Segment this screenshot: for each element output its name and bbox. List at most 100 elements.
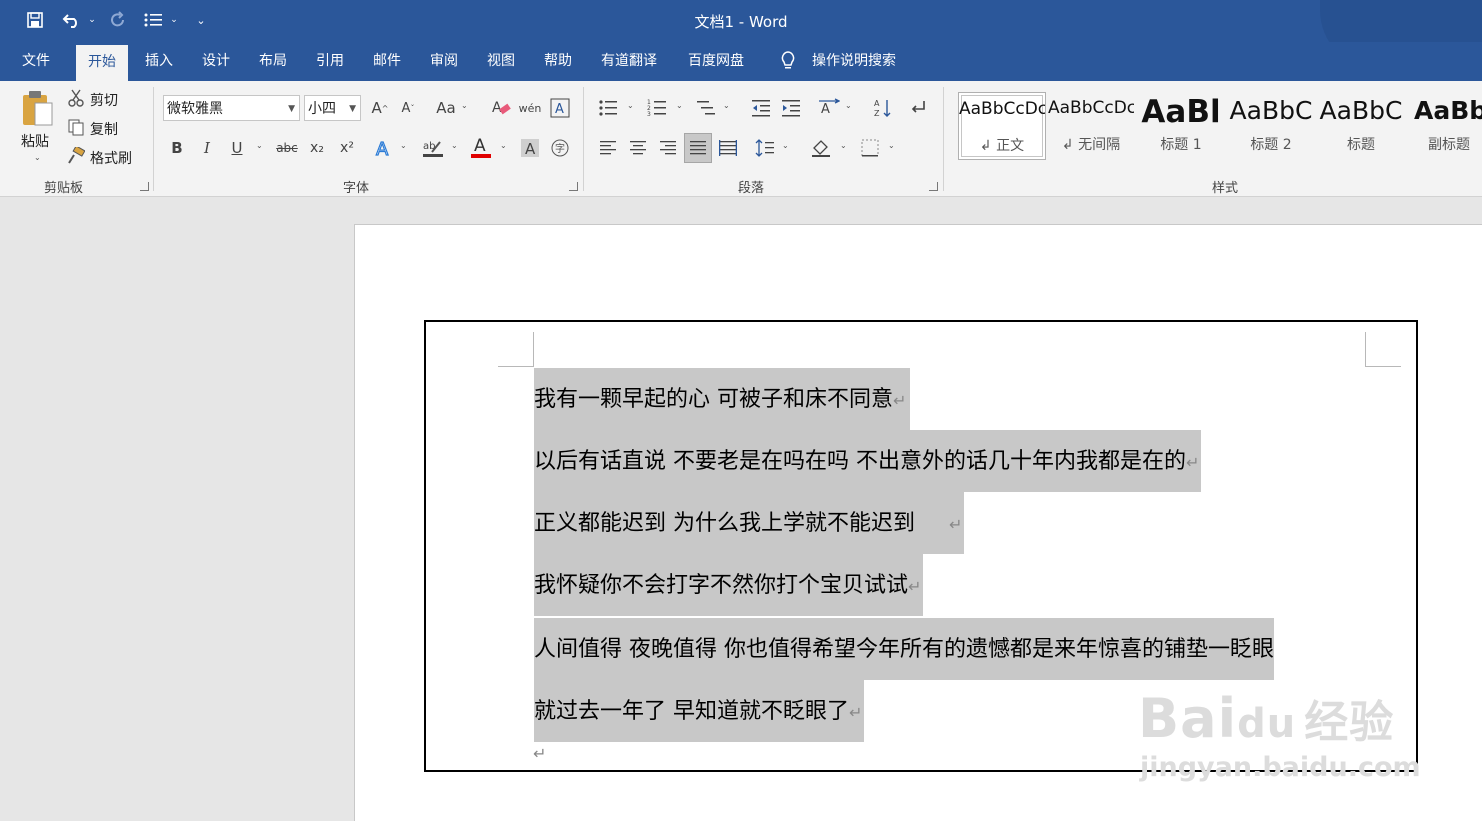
line-spacing-icon[interactable] — [753, 136, 777, 160]
character-border-icon[interactable]: A — [548, 96, 572, 120]
paragraph-mark: ↵ — [849, 703, 863, 722]
tab-file[interactable]: 文件 — [22, 42, 50, 81]
font-size-value: 小四 — [308, 101, 336, 117]
text-line-content: 就过去一年了 早知道就不眨眼了 — [534, 699, 849, 724]
paste-chevron-icon[interactable]: ⌄ — [34, 153, 41, 162]
grow-font-icon[interactable]: A ^ — [369, 96, 391, 120]
phonetic-guide-icon[interactable]: wén — [518, 96, 542, 120]
watermark-logo: Baidu 经验 — [1138, 686, 1394, 750]
text-effects-icon[interactable]: A — [372, 136, 396, 160]
clipboard-dialog-launcher-icon[interactable] — [140, 182, 149, 191]
bullets-icon[interactable] — [596, 96, 620, 120]
text-line[interactable]: 人间值得 夜晚值得 你也值得希望今年所有的遗憾都是来年惊喜的铺垫一眨眼 — [534, 618, 1274, 680]
chevron-down-icon[interactable]: ⌄ — [723, 101, 730, 110]
lightbulb-icon[interactable] — [778, 42, 798, 81]
chevron-down-icon[interactable]: ⌄ — [500, 141, 507, 150]
paragraph-dialog-launcher-icon[interactable] — [929, 182, 938, 191]
shading-icon[interactable] — [808, 136, 834, 160]
underline-button[interactable]: U — [226, 136, 248, 160]
style-heading-2[interactable]: AaBbC 标题 2 — [1228, 92, 1314, 158]
text-line[interactable]: 就过去一年了 早知道就不眨眼了↵ — [534, 680, 865, 742]
style-heading-1[interactable]: AaBl 标题 1 — [1138, 92, 1224, 158]
cut-button[interactable]: 剪切 — [90, 90, 118, 110]
tab-insert[interactable]: 插入 — [145, 42, 173, 81]
style-normal[interactable]: AaBbCcDc ↲ 正文 — [958, 92, 1046, 160]
title-bar: ⌄ ⌄ ⌄ 文档1 - Word — [0, 0, 1482, 70]
tab-design[interactable]: 设计 — [202, 42, 230, 81]
distributed-icon[interactable] — [716, 136, 740, 160]
text-line[interactable]: 我怀疑你不会打字不然你打个宝贝试试↵ — [534, 554, 924, 616]
watermark-cn: 经验 — [1304, 697, 1395, 748]
paragraph-mark: ↵ — [893, 391, 907, 410]
italic-button[interactable]: I — [196, 136, 218, 160]
style-name: 标题 — [1347, 137, 1375, 153]
paragraph-mark: ↵ — [533, 744, 547, 763]
tab-baidu-netdisk[interactable]: 百度网盘 — [688, 42, 744, 81]
text-line[interactable]: 以后有话直说 不要老是在吗在吗 不出意外的话几十年内我都是在的↵ — [534, 430, 1202, 492]
enclose-characters-icon[interactable]: 字 — [548, 136, 572, 160]
style-preview: AaBbCcDc — [1048, 98, 1134, 118]
bold-button[interactable]: B — [166, 136, 188, 160]
change-case-icon[interactable]: Aa — [434, 96, 458, 120]
align-center-icon[interactable] — [626, 136, 650, 160]
increase-indent-icon[interactable] — [779, 96, 803, 120]
numbering-icon[interactable]: 123 — [645, 96, 669, 120]
tab-help[interactable]: 帮助 — [544, 42, 572, 81]
superscript-button[interactable]: x² — [335, 136, 359, 160]
tab-layout[interactable]: 布局 — [259, 42, 287, 81]
text-line[interactable]: 我有一颗早起的心 可被子和床不同意↵ — [534, 368, 911, 430]
font-name-dropdown[interactable]: 微软雅黑 ▼ — [163, 95, 300, 121]
chevron-down-icon[interactable]: ⌄ — [400, 141, 407, 150]
copy-button[interactable]: 复制 — [90, 119, 118, 139]
text-line[interactable]: 正义都能迟到 为什么我上学就不能迟到 ↵ — [534, 492, 965, 554]
paste-icon[interactable] — [16, 87, 58, 131]
highlight-color-icon[interactable]: ab — [420, 136, 446, 160]
style-no-spacing[interactable]: AaBbCcDc ↲ 无间隔 — [1048, 92, 1134, 158]
copy-icon[interactable] — [66, 117, 86, 137]
strikethrough-button[interactable]: abc — [274, 136, 300, 160]
tab-mailings[interactable]: 邮件 — [373, 42, 401, 81]
style-preview: AaBb — [1414, 96, 1482, 125]
text-line-content: 以后有话直说 不要老是在吗在吗 不出意外的话几十年内我都是在的 — [534, 449, 1186, 474]
shrink-font-icon[interactable]: Aˇ — [397, 96, 419, 120]
scissors-icon[interactable] — [66, 88, 86, 108]
chevron-down-icon[interactable]: ⌄ — [845, 101, 852, 110]
tab-youdao-translate[interactable]: 有道翻译 — [601, 42, 657, 81]
chevron-down-icon[interactable]: ⌄ — [461, 101, 468, 110]
format-painter-button[interactable]: 格式刷 — [90, 148, 132, 168]
ribbon-tabs: 文件 开始 插入 设计 布局 引用 邮件 审阅 视图 帮助 有道翻译 百度网盘 … — [0, 42, 1482, 81]
chevron-down-icon[interactable]: ⌄ — [782, 141, 789, 150]
format-painter-icon[interactable] — [66, 146, 86, 166]
show-hide-marks-icon[interactable] — [906, 96, 930, 120]
paste-button[interactable]: 粘贴 — [21, 131, 49, 151]
align-left-icon[interactable] — [596, 136, 620, 160]
subscript-button[interactable]: x₂ — [305, 136, 329, 160]
tab-view[interactable]: 视图 — [487, 42, 515, 81]
justify-icon[interactable] — [684, 133, 712, 163]
chevron-down-icon[interactable]: ⌄ — [888, 141, 895, 150]
chevron-down-icon[interactable]: ⌄ — [840, 141, 847, 150]
character-shading-icon[interactable]: A — [518, 136, 542, 160]
watermark-brand-du: du — [1237, 701, 1297, 747]
chevron-down-icon[interactable]: ⌄ — [256, 141, 263, 150]
font-size-dropdown[interactable]: 小四 ▼ — [304, 95, 361, 121]
chevron-down-icon[interactable]: ⌄ — [627, 101, 634, 110]
tab-review[interactable]: 审阅 — [430, 42, 458, 81]
borders-icon[interactable] — [858, 136, 882, 160]
font-color-icon[interactable]: A — [469, 133, 493, 161]
paragraph-mark: ↵ — [908, 577, 922, 596]
clear-formatting-icon[interactable]: A — [489, 96, 513, 120]
chevron-down-icon[interactable]: ⌄ — [451, 141, 458, 150]
style-title[interactable]: AaBbC 标题 — [1318, 92, 1404, 158]
decrease-indent-icon[interactable] — [749, 96, 773, 120]
multilevel-list-icon[interactable] — [694, 96, 718, 120]
text-direction-icon[interactable]: A — [816, 96, 842, 120]
chevron-down-icon[interactable]: ⌄ — [676, 101, 683, 110]
tab-references[interactable]: 引用 — [316, 42, 344, 81]
tab-home[interactable]: 开始 — [76, 45, 128, 81]
font-dialog-launcher-icon[interactable] — [569, 182, 578, 191]
sort-icon[interactable]: AZ — [871, 96, 895, 120]
tell-me-search[interactable]: 操作说明搜索 — [812, 42, 896, 81]
align-right-icon[interactable] — [656, 136, 680, 160]
style-subtitle[interactable]: AaBb 副标题 — [1408, 92, 1482, 158]
